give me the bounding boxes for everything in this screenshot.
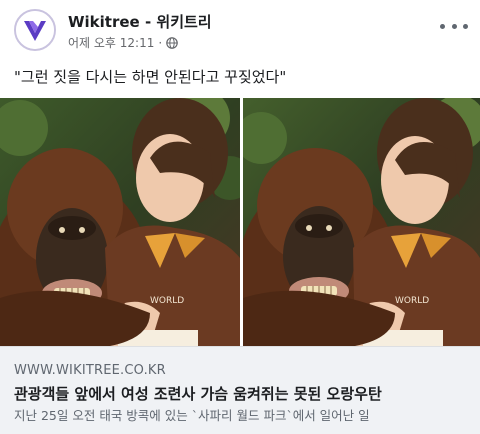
meta-separator: · <box>158 35 163 50</box>
photo-left[interactable]: WORLD <box>0 98 240 346</box>
wikitree-logo-icon <box>16 11 54 49</box>
page-avatar[interactable] <box>14 9 56 51</box>
globe-icon <box>166 36 179 49</box>
post-photos[interactable]: WORLD WORLD <box>0 98 480 346</box>
more-options-icon[interactable] <box>440 16 468 36</box>
link-description: 지난 25일 오전 태국 방콕에 있는 `사파리 월드 파크`에서 일어난 일 <box>14 408 370 423</box>
link-preview-card[interactable]: WWW.WIKITREE.CO.KR 관광객들 앞에서 여성 조련사 가슴 움켜… <box>0 346 480 434</box>
link-title[interactable]: 관광객들 앞에서 여성 조련사 가슴 움켜쥐는 못된 오랑우탄 <box>14 383 382 404</box>
page-name[interactable]: Wikitree - 위키트리 <box>68 11 212 32</box>
photo-right[interactable]: WORLD <box>243 98 480 346</box>
post-text: "그런 짓을 다시는 하면 안된다고 꾸짖었다" <box>14 68 287 86</box>
post-time[interactable]: 어제 오후 12:11 <box>68 34 154 51</box>
post-header: Wikitree - 위키트리 어제 오후 12:11 · <box>0 0 480 62</box>
shirt-logo-right: WORLD <box>395 296 429 306</box>
link-domain: WWW.WIKITREE.CO.KR <box>14 363 166 378</box>
shirt-logo-left: WORLD <box>150 296 184 306</box>
post-meta: 어제 오후 12:11 · <box>68 34 179 51</box>
